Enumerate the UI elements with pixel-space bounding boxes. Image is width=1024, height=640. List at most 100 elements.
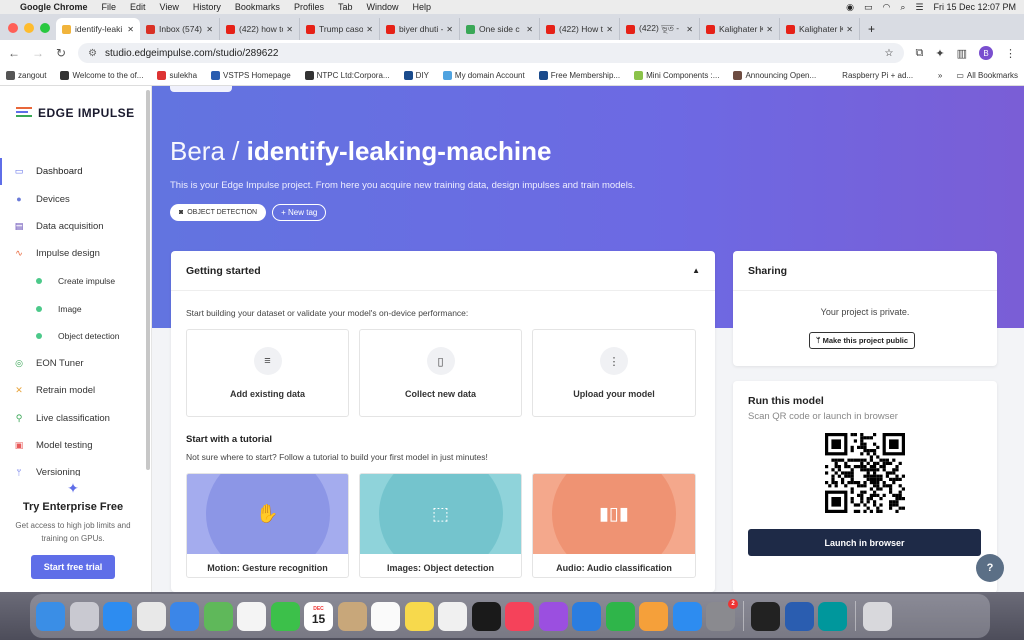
tab-9[interactable]: Kalighater Ka✕ — [780, 18, 860, 40]
battery-icon[interactable]: ▭ — [864, 2, 873, 13]
tab-1[interactable]: Inbox (574) - ✕ — [140, 18, 220, 40]
tab-2[interactable]: (422) how to ✕ — [220, 18, 300, 40]
bookmark-0[interactable]: zangout — [6, 71, 46, 80]
tab-3[interactable]: Trump caso c✕ — [300, 18, 380, 40]
bookmark-6[interactable]: My domain Account — [442, 71, 525, 80]
dock-finder-icon[interactable] — [36, 601, 65, 631]
tab-close-icon[interactable]: ✕ — [127, 25, 134, 34]
sidebar-item-create-impulse[interactable]: Create impulse — [0, 268, 150, 295]
extensions-icon[interactable]: ⧉ — [916, 47, 924, 60]
sidebar-item-dashboard[interactable]: ▭ Dashboard — [0, 158, 150, 186]
menu-bookmarks[interactable]: Bookmarks — [235, 2, 280, 12]
dock-app-store-icon[interactable] — [672, 601, 702, 631]
project-owner[interactable]: Bera / — [170, 136, 239, 166]
tutorial-0[interactable]: ✋ Motion: Gesture recognition — [186, 473, 349, 578]
menu-file[interactable]: File — [102, 2, 117, 12]
menu-edit[interactable]: Edit — [130, 2, 146, 12]
search-icon[interactable]: ⌕ — [900, 2, 905, 13]
tab-close-icon[interactable]: ✕ — [846, 25, 853, 34]
menu-tab[interactable]: Tab — [338, 2, 353, 12]
menu-view[interactable]: View — [160, 2, 179, 12]
tutorial-2[interactable]: ▮▯▮ Audio: Audio classification — [532, 473, 696, 578]
card-add-existing-data[interactable]: ≡ Add existing data — [186, 329, 349, 417]
menu-history[interactable]: History — [193, 2, 221, 12]
dock-photos-icon[interactable] — [237, 601, 266, 631]
sidebar-item-live-classification[interactable]: ⚲ Live classification — [0, 405, 150, 432]
bookmark-2[interactable]: sulekha — [157, 71, 197, 80]
sidebar-item-model-testing[interactable]: ▣ Model testing — [0, 432, 150, 459]
url-bar[interactable]: ⚙ studio.edgeimpulse.com/studio/289622 ☆ — [78, 43, 904, 63]
new-tab-button[interactable]: + — [860, 22, 883, 40]
dock-music-icon[interactable] — [505, 601, 534, 631]
profile-avatar[interactable]: B — [979, 46, 993, 60]
bookmark-4[interactable]: NTPC Ltd:Corpora... — [304, 71, 390, 80]
help-button[interactable]: ? — [976, 554, 1004, 582]
bookmark-1[interactable]: Welcome to the of... — [60, 71, 143, 80]
tab-close-icon[interactable]: ✕ — [446, 25, 453, 34]
tab-6[interactable]: (422) How to ✕ — [540, 18, 620, 40]
sidebar-scrollbar[interactable] — [146, 90, 150, 470]
dock-pages-icon[interactable] — [639, 601, 668, 631]
control-center-icon[interactable]: ☰ — [915, 2, 923, 13]
card-upload-your-model[interactable]: ⋮ Upload your model — [532, 329, 696, 417]
sidebar-item-impulse-design[interactable]: ∿ Impulse design — [0, 240, 150, 267]
bookmark-8[interactable]: Mini Components :... — [634, 71, 719, 80]
wifi-icon[interactable]: ◠ — [882, 2, 890, 13]
zoom-window-icon[interactable] — [40, 23, 50, 33]
sidebar-item-image[interactable]: Image — [0, 295, 150, 322]
dock-keynote-icon[interactable] — [572, 601, 601, 631]
dock-podcasts-icon[interactable] — [538, 601, 568, 631]
dock-arduino-icon[interactable] — [818, 601, 847, 631]
sidebar-item-data-acquisition[interactable]: ▤ Data acquisition — [0, 213, 150, 240]
tab-close-icon[interactable]: ✕ — [206, 25, 213, 34]
dock-facetime-icon[interactable] — [270, 601, 300, 631]
dock-notes-icon[interactable] — [404, 601, 434, 631]
make-public-button[interactable]: ᛘ Make this project public — [809, 332, 916, 349]
dock-system-settings-icon[interactable]: 2 — [706, 598, 738, 631]
bookmarks-overflow-icon[interactable]: » — [938, 71, 942, 80]
dock-reminders-icon[interactable] — [371, 601, 400, 631]
tab-close-icon[interactable]: ✕ — [526, 25, 533, 34]
dock-calendar-icon[interactable]: DEC 15 — [304, 601, 333, 631]
dock-contacts-icon[interactable] — [337, 601, 367, 631]
dock-chrome-icon[interactable] — [136, 601, 166, 631]
card-collect-new-data[interactable]: ▯ Collect new data — [359, 329, 522, 417]
new-tag-button[interactable]: + New tag — [272, 204, 327, 221]
bookmark-9[interactable]: Announcing Open... — [733, 71, 816, 80]
tab-7[interactable]: (422) ভূত - ✕ — [620, 18, 700, 40]
bookmark-5[interactable]: DIY — [403, 71, 429, 80]
dock-apple-tv-icon[interactable] — [471, 601, 501, 631]
tab-close-icon[interactable]: ✕ — [366, 25, 373, 34]
forward-icon[interactable]: → — [32, 46, 44, 60]
tutorial-1[interactable]: ⬚ Images: Object detection — [359, 473, 522, 578]
all-bookmarks[interactable]: ▭ All Bookmarks — [956, 71, 1018, 80]
tab-close-icon[interactable]: ✕ — [766, 25, 773, 34]
sidebar-item-object-detection[interactable]: Object detection — [0, 322, 150, 349]
tab-0[interactable]: identify-leaki ✕ — [56, 18, 140, 40]
menu-window[interactable]: Window — [366, 2, 398, 12]
tab-5[interactable]: One side c ✕ — [460, 18, 540, 40]
clock[interactable]: Fri 15 Dec 12:07 PM — [933, 2, 1016, 12]
dock-terminal-icon[interactable] — [751, 601, 780, 631]
dock-maps-icon[interactable] — [203, 601, 233, 631]
puzzle-icon[interactable]: ✦ — [935, 47, 944, 60]
reload-icon[interactable]: ↻ — [56, 46, 66, 60]
bookmark-3[interactable]: VSTPS Homepage — [211, 71, 291, 80]
menu-app-name[interactable]: Google Chrome — [20, 2, 88, 12]
getting-started-header[interactable]: Getting started ▲ — [171, 251, 715, 291]
close-window-icon[interactable] — [8, 23, 18, 33]
dock-numbers-icon[interactable] — [605, 601, 635, 631]
record-icon[interactable]: ◉ — [846, 2, 854, 13]
side-panel-icon[interactable]: ▥ — [957, 47, 967, 60]
dock-freeform-icon[interactable] — [438, 601, 467, 631]
bookmark-10[interactable]: Raspberry Pi + ad... — [830, 71, 913, 80]
tab-close-icon[interactable]: ✕ — [606, 25, 613, 34]
tab-close-icon[interactable]: ✕ — [286, 25, 293, 34]
bookmark-7[interactable]: Free Membership... — [538, 71, 620, 80]
more-menu-icon[interactable]: ⋮ — [1005, 47, 1016, 60]
sidebar-item-retrain-model[interactable]: ✕ Retrain model — [0, 377, 150, 404]
bookmark-star-icon[interactable]: ☆ — [885, 48, 894, 59]
menu-help[interactable]: Help — [412, 2, 431, 12]
dock-safari-icon[interactable] — [103, 601, 132, 631]
minimize-window-icon[interactable] — [24, 23, 34, 33]
